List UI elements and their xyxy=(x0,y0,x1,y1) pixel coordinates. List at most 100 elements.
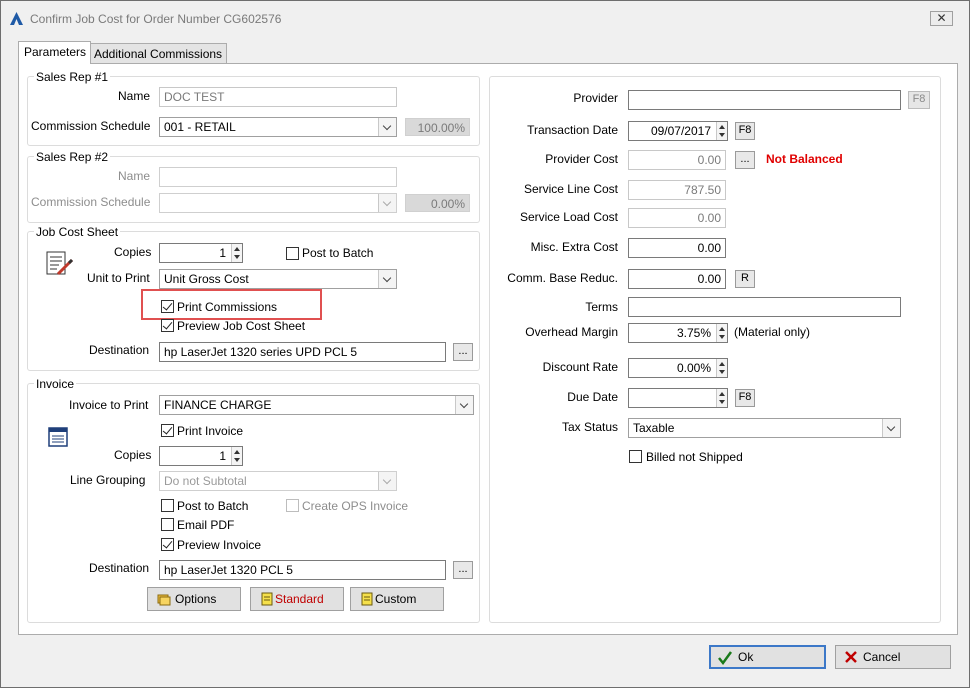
print-invoice-label: Print Invoice xyxy=(177,424,244,438)
sales-rep-2-schedule-label: Commission Schedule xyxy=(31,195,151,209)
billed-not-shipped-label: Billed not Shipped xyxy=(646,450,743,464)
misc-extra-cost-field[interactable]: 0.00 xyxy=(628,238,726,258)
checkmark-icon xyxy=(718,651,733,666)
jcs-preview-checkbox[interactable] xyxy=(161,319,174,332)
job-cost-sheet-icon xyxy=(46,251,74,276)
jcs-destination-field[interactable]: hp LaserJet 1320 series UPD PCL 5 xyxy=(159,342,446,362)
jcs-destination-browse-button[interactable]: ... xyxy=(453,343,473,361)
service-load-cost-field[interactable]: 0.00 xyxy=(628,208,726,228)
terms-label: Terms xyxy=(585,300,618,314)
overhead-margin-spinner[interactable]: 3.75% xyxy=(628,323,728,343)
title-bar: Confirm Job Cost for Order Number CG6025… xyxy=(1,1,969,35)
overhead-margin-label: Overhead Margin xyxy=(525,325,618,339)
standard-button-label: Standard xyxy=(275,592,324,606)
sales-rep-2-name-label: Name xyxy=(118,169,151,183)
invoice-destination-browse-button[interactable]: ... xyxy=(453,561,473,579)
billed-not-shipped-checkbox[interactable] xyxy=(629,450,642,463)
spinner-arrows-icon[interactable] xyxy=(716,389,727,407)
due-date-lookup-button[interactable]: F8 xyxy=(735,389,755,407)
sales-rep-1-schedule-value: 001 - RETAIL xyxy=(164,120,236,134)
due-date-label: Due Date xyxy=(567,390,618,404)
provider-field[interactable] xyxy=(628,90,901,110)
provider-cost-field[interactable]: 0.00 xyxy=(628,150,726,170)
sales-rep-1-schedule-dropdown[interactable]: 001 - RETAIL xyxy=(159,117,397,137)
service-line-cost-field[interactable]: 787.50 xyxy=(628,180,726,200)
jcs-destination-label: Destination xyxy=(89,343,150,357)
jcs-copies-spinner[interactable]: 1 xyxy=(159,243,243,263)
close-icon xyxy=(845,651,857,663)
custom-button[interactable]: Custom xyxy=(350,587,444,611)
sales-rep-2-percent: 0.00% xyxy=(405,194,470,212)
due-date-field[interactable] xyxy=(628,388,728,408)
spinner-arrows-icon[interactable] xyxy=(716,324,727,342)
chevron-down-icon[interactable] xyxy=(378,194,396,212)
provider-cost-button[interactable]: ... xyxy=(735,151,755,169)
job-cost-sheet-title: Job Cost Sheet xyxy=(34,225,121,239)
chevron-down-icon[interactable] xyxy=(378,118,396,136)
comm-base-reduc-button[interactable]: R xyxy=(735,270,755,288)
line-grouping-dropdown[interactable]: Do not Subtotal xyxy=(159,471,397,491)
sales-rep-2-schedule-dropdown[interactable] xyxy=(159,193,397,213)
tab-parameters[interactable]: Parameters xyxy=(18,41,92,64)
email-pdf-label: Email PDF xyxy=(177,518,235,532)
service-load-cost-label: Service Load Cost xyxy=(519,210,618,224)
options-button[interactable]: Options xyxy=(147,587,241,611)
sales-rep-2-name-field[interactable] xyxy=(159,167,397,187)
spinner-arrows-icon[interactable] xyxy=(231,447,242,465)
transaction-date-label: Transaction Date xyxy=(527,123,618,137)
print-invoice-checkbox[interactable] xyxy=(161,424,174,437)
invoice-to-print-dropdown[interactable]: FINANCE CHARGE xyxy=(159,395,474,415)
invoice-post-to-batch-checkbox[interactable] xyxy=(161,499,174,512)
sales-rep-1-name-field[interactable]: DOC TEST xyxy=(159,87,397,107)
ok-button-label: Ok xyxy=(738,650,754,664)
create-ops-invoice-label: Create OPS Invoice xyxy=(302,499,409,513)
jcs-post-to-batch-checkbox[interactable] xyxy=(286,247,299,260)
jcs-unit-label: Unit to Print xyxy=(87,271,150,285)
invoice-destination-label: Destination xyxy=(89,561,150,575)
overhead-margin-value: 3.75% xyxy=(676,326,711,340)
spinner-arrows-icon[interactable] xyxy=(716,359,727,377)
chevron-down-icon[interactable] xyxy=(455,396,473,414)
tab-additional-commissions[interactable]: Additional Commissions xyxy=(88,43,228,63)
cancel-button[interactable]: Cancel xyxy=(835,645,951,669)
invoice-copies-spinner[interactable]: 1 xyxy=(159,446,243,466)
sales-rep-1-name-label: Name xyxy=(118,89,151,103)
dialog-window: Confirm Job Cost for Order Number CG6025… xyxy=(0,0,970,688)
overhead-margin-note: (Material only) xyxy=(734,325,811,339)
transaction-date-lookup-button[interactable]: F8 xyxy=(735,122,755,140)
invoice-destination-field[interactable]: hp LaserJet 1320 PCL 5 xyxy=(159,560,446,580)
chevron-down-icon[interactable] xyxy=(378,270,396,288)
invoice-title: Invoice xyxy=(34,377,77,391)
comm-base-reduc-label: Comm. Base Reduc. xyxy=(507,271,618,285)
line-grouping-label: Line Grouping xyxy=(70,473,146,487)
terms-field[interactable] xyxy=(628,297,901,317)
provider-lookup-button[interactable]: F8 xyxy=(908,91,930,109)
app-logo-icon xyxy=(10,12,23,25)
jcs-copies-value: 1 xyxy=(219,246,226,260)
email-pdf-checkbox[interactable] xyxy=(161,518,174,531)
tax-status-value: Taxable xyxy=(633,421,675,435)
jcs-preview-label: Preview Job Cost Sheet xyxy=(177,319,306,333)
tax-status-dropdown[interactable]: Taxable xyxy=(628,418,901,438)
preview-invoice-checkbox[interactable] xyxy=(161,538,174,551)
ok-button[interactable]: Ok xyxy=(709,645,826,669)
spinner-arrows-icon[interactable] xyxy=(716,122,727,140)
discount-rate-label: Discount Rate xyxy=(542,360,618,374)
not-balanced-warning: Not Balanced xyxy=(766,152,843,166)
close-button[interactable]: ✕ xyxy=(930,11,953,26)
jcs-post-to-batch-label: Post to Batch xyxy=(302,246,374,260)
document-icon xyxy=(261,592,273,606)
options-button-label: Options xyxy=(175,592,217,606)
comm-base-reduc-field[interactable]: 0.00 xyxy=(628,269,726,289)
chevron-down-icon[interactable] xyxy=(882,419,900,437)
jcs-unit-dropdown[interactable]: Unit Gross Cost xyxy=(159,269,397,289)
jcs-unit-value: Unit Gross Cost xyxy=(164,272,249,286)
provider-label: Provider xyxy=(573,91,618,105)
standard-button[interactable]: Standard xyxy=(250,587,344,611)
chevron-down-icon[interactable] xyxy=(378,472,396,490)
invoice-to-print-label: Invoice to Print xyxy=(69,398,149,412)
discount-rate-spinner[interactable]: 0.00% xyxy=(628,358,728,378)
create-ops-invoice-checkbox[interactable] xyxy=(286,499,299,512)
transaction-date-field[interactable]: 09/07/2017 xyxy=(628,121,728,141)
spinner-arrows-icon[interactable] xyxy=(231,244,242,262)
